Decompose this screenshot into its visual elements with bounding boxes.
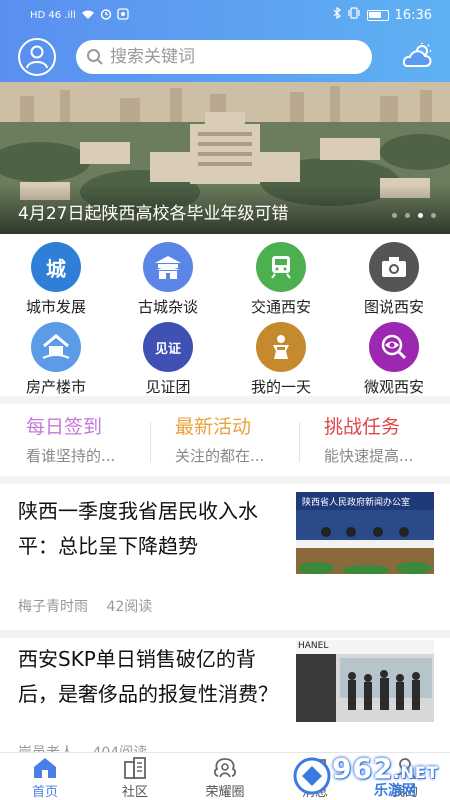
figure-icon	[256, 322, 306, 372]
news-thumbnail: 陕西省人民政府新闻办公室	[296, 492, 434, 574]
watermark-icon	[293, 757, 331, 795]
category-city-development[interactable]: 城 城市发展	[0, 236, 112, 316]
promo-row: 每日签到 看谁坚持的... 最新活动 关注的都在... 挑战任务 能快速提高..…	[0, 404, 450, 476]
category-label: 见证团	[145, 378, 191, 396]
promo-title: 挑战任务	[324, 416, 401, 438]
news-thumbnail: HANEL	[296, 640, 434, 722]
news-title: 西安SKP单日销售破亿的背后，是奢侈品的报复性消费？	[18, 647, 278, 706]
pager-dot-active	[418, 213, 423, 218]
category-label: 图说西安	[363, 298, 424, 316]
news-meta: 梅子青时雨 42阅读	[18, 596, 152, 616]
user-icon	[26, 45, 48, 69]
news-banner[interactable]: 4月27日起陕西高校各毕业年级可错	[0, 82, 450, 234]
top-bar	[0, 34, 450, 78]
category-label: 微观西安	[363, 378, 424, 396]
category-label: 交通西安	[250, 298, 311, 316]
category-label: 古城杂谈	[137, 298, 198, 316]
banner-pager	[392, 213, 436, 218]
tab-honor-circle[interactable]: 荣耀圈	[180, 755, 270, 800]
tab-label: 首页	[31, 785, 58, 800]
category-label: 房产楼市	[25, 378, 86, 396]
vibrate-icon	[347, 7, 361, 23]
promo-challenge-tasks[interactable]: 挑战任务 能快速提高...	[306, 412, 450, 472]
news-item[interactable]: 陕西一季度我省居民收入水平：总比呈下降趋势 陕西省人民政府新闻办公室 梅子青时雨…	[0, 484, 450, 630]
news-reads: 42阅读	[106, 599, 153, 615]
banner-caption: 4月27日起陕西高校各毕业年级可错	[18, 204, 289, 224]
category-real-estate[interactable]: 房产楼市	[0, 316, 112, 396]
camera-icon	[369, 242, 419, 292]
tab-label: 荣耀圈	[205, 785, 245, 800]
battery-icon	[366, 9, 389, 21]
news-thumbnail-caption: HANEL	[298, 641, 329, 651]
weather-icon	[402, 43, 432, 67]
tab-label: 社区	[121, 785, 148, 800]
category-micro-xian[interactable]: 微观西安	[338, 316, 450, 396]
train-icon	[256, 242, 306, 292]
watermark-subtitle: 乐游网	[374, 783, 416, 799]
news-title: 陕西一季度我省居民收入水平：总比呈下降趋势	[18, 499, 258, 558]
honor-icon	[213, 758, 237, 778]
section-divider	[0, 396, 450, 404]
witness-icon: 见证	[143, 322, 193, 372]
status-network-text: HD 46 .ill	[30, 10, 76, 21]
promo-latest-events[interactable]: 最新活动 关注的都在...	[157, 412, 307, 472]
tab-home[interactable]: 首页	[0, 755, 90, 800]
news-thumbnail-caption: 陕西省人民政府新闻办公室	[302, 498, 411, 508]
status-left: HD 46 .ill	[30, 8, 129, 23]
eye-icon	[369, 322, 419, 372]
search-icon	[87, 49, 103, 65]
promo-separator	[150, 422, 151, 462]
temple-icon	[143, 242, 193, 292]
alarm-icon	[100, 8, 112, 23]
pager-dot	[405, 213, 410, 218]
promo-subtitle: 能快速提高...	[324, 447, 414, 465]
category-grid: 城 城市发展 古城杂谈 交通西安 图说西安 房产楼市 见证 见证团 我的一天 微…	[0, 236, 450, 396]
section-divider	[0, 476, 450, 484]
news-source: 梅子青时雨	[18, 599, 88, 615]
status-bar: HD 46 .ill 16:36	[0, 0, 450, 30]
notification-icon	[117, 8, 129, 23]
wifi-icon	[81, 9, 95, 23]
tab-community[interactable]: 社区	[90, 755, 180, 800]
promo-daily-checkin[interactable]: 每日签到 看谁坚持的...	[8, 412, 158, 472]
city-icon: 城	[31, 242, 81, 292]
promo-separator	[299, 422, 300, 462]
community-icon	[124, 757, 146, 779]
house-icon	[31, 322, 81, 372]
promo-subtitle: 看谁坚持的...	[26, 447, 116, 465]
category-label: 城市发展	[25, 298, 86, 316]
category-transport[interactable]: 交通西安	[225, 236, 337, 316]
app-header: HD 46 .ill 16:36	[0, 0, 450, 82]
watermark-logo: 962.NET 乐游网	[292, 752, 442, 799]
category-photo[interactable]: 图说西安	[338, 236, 450, 316]
promo-title: 最新活动	[175, 416, 252, 438]
promo-subtitle: 关注的都在...	[175, 447, 265, 465]
status-right: 16:36	[333, 6, 432, 23]
news-item[interactable]: 西安SKP单日销售破亿的背后，是奢侈品的报复性消费？ HANEL 岸邑老人 40…	[0, 632, 450, 761]
home-icon	[34, 758, 56, 778]
promo-title: 每日签到	[26, 416, 103, 438]
category-label: 我的一天	[250, 378, 311, 396]
search-bar[interactable]	[76, 40, 372, 74]
pager-dot	[392, 213, 397, 218]
pager-dot	[431, 213, 436, 218]
category-witness[interactable]: 见证 见证团	[112, 316, 224, 396]
category-my-day[interactable]: 我的一天	[225, 316, 337, 396]
search-input[interactable]	[110, 42, 360, 72]
status-time: 16:36	[394, 7, 432, 23]
bluetooth-icon	[333, 6, 341, 23]
weather-button[interactable]	[400, 42, 434, 74]
category-old-city-talk[interactable]: 古城杂谈	[112, 236, 224, 316]
user-avatar-button[interactable]	[18, 38, 56, 76]
